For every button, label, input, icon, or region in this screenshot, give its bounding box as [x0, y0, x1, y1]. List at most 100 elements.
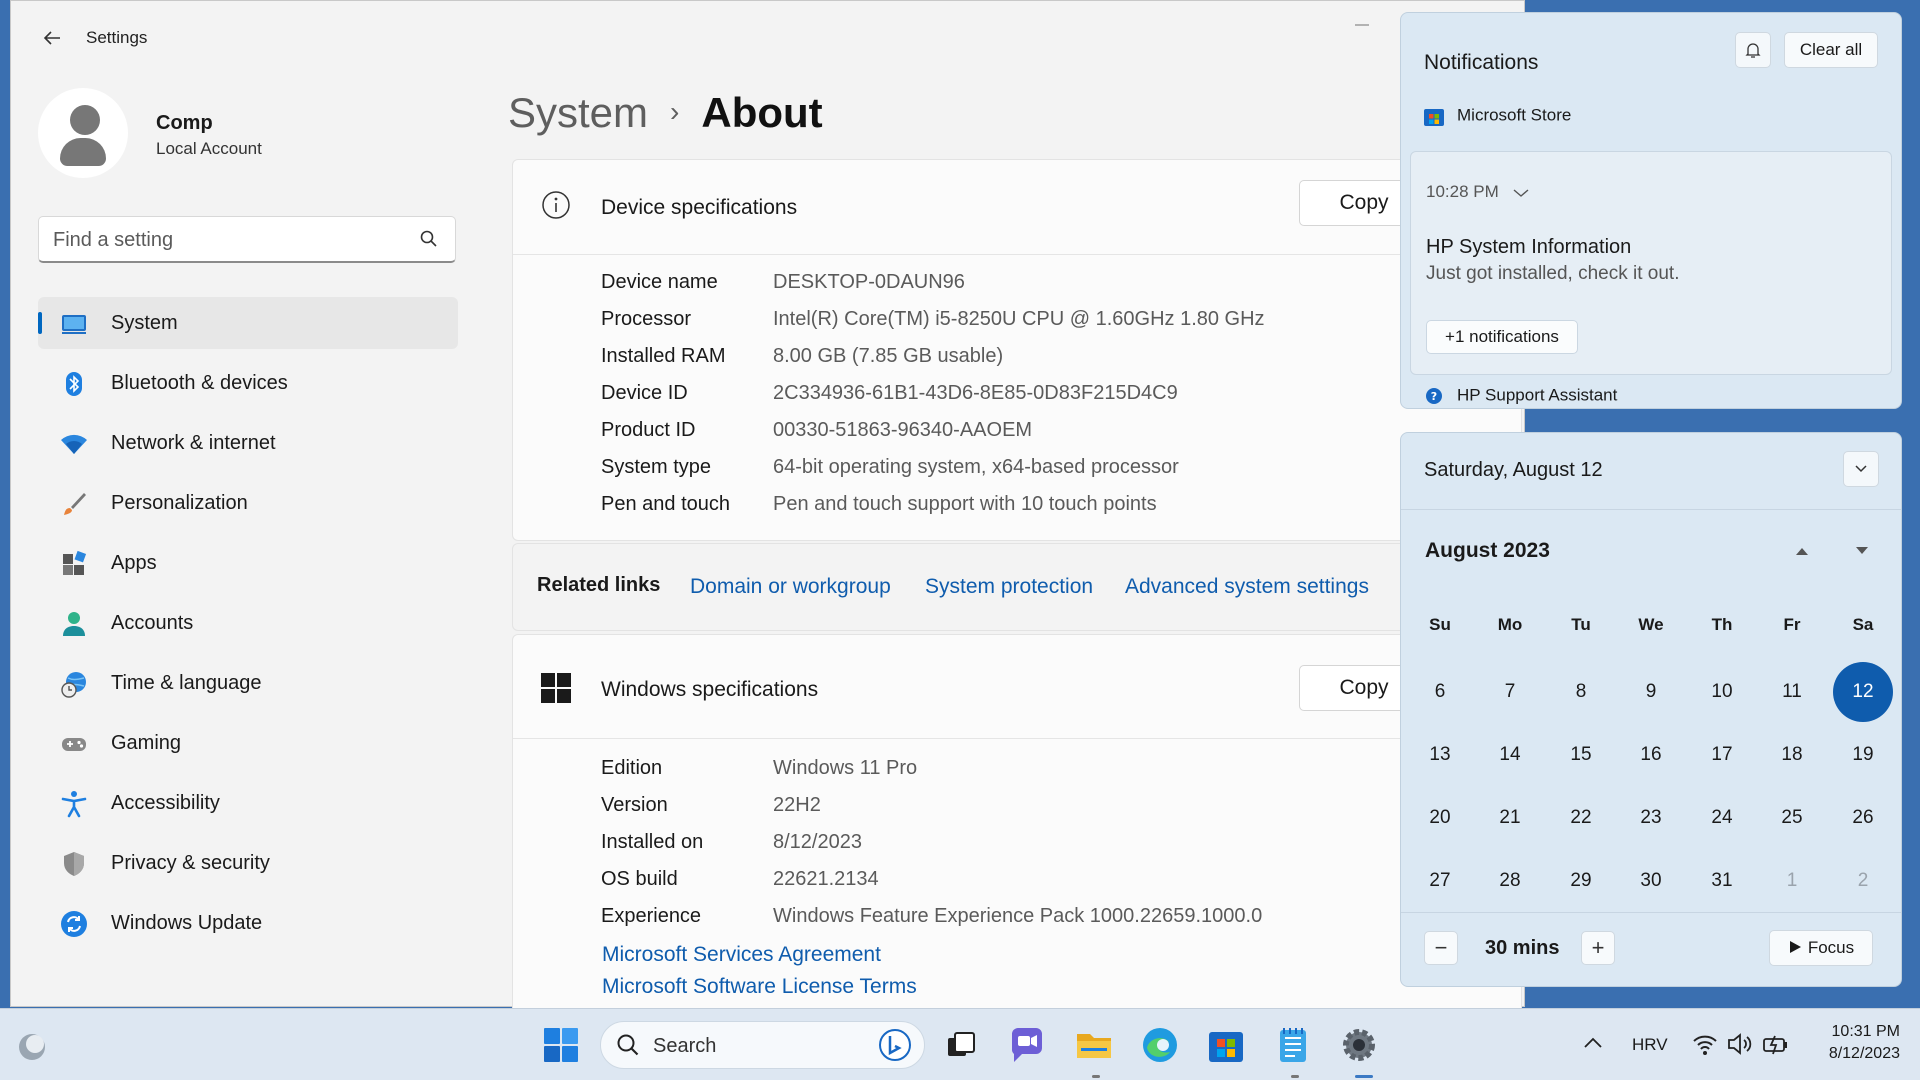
sidebar-item-label: System — [111, 312, 178, 334]
calendar-day[interactable]: 18 — [1762, 725, 1822, 785]
sidebar-item-bluetooth[interactable]: Bluetooth & devices — [38, 357, 458, 409]
advanced-system-settings-link[interactable]: Advanced system settings — [1125, 575, 1369, 599]
calendar-day[interactable]: 15 — [1551, 725, 1611, 785]
sidebar-item-accounts[interactable]: Accounts — [38, 597, 458, 649]
calendar-month-label[interactable]: August 2023 — [1425, 539, 1550, 563]
breadcrumb-parent[interactable]: System — [508, 89, 648, 136]
calendar-day-next-month[interactable]: 1 — [1762, 851, 1822, 911]
search-input[interactable] — [53, 226, 413, 254]
sidebar-item-system[interactable]: System — [38, 297, 458, 349]
sidebar-item-accessibility[interactable]: Accessibility — [38, 777, 458, 829]
calendar-day[interactable]: 14 — [1480, 725, 1540, 785]
sidebar-item-time-language[interactable]: Time & language — [38, 657, 458, 709]
device-specs-list: Device name DESKTOP-0DAUN96 Processor Inte… — [513, 255, 1521, 524]
device-specs-header[interactable]: Device specifications Copy — [513, 160, 1521, 255]
sidebar-item-network[interactable]: Network & internet — [38, 417, 458, 469]
bluetooth-icon — [66, 372, 82, 396]
start-icon[interactable] — [540, 1024, 582, 1066]
notification-app-header: ? HP Support Assistant — [1423, 385, 1617, 407]
calendar-day[interactable]: 17 — [1692, 725, 1752, 785]
spec-row: Experience Windows Feature Experience Pac… — [513, 899, 1521, 936]
device-specs-card: Device specifications Copy Device name DE… — [512, 159, 1522, 541]
calendar-day[interactable]: 26 — [1833, 788, 1893, 848]
wifi-status-icon[interactable] — [1692, 1031, 1718, 1057]
chat-icon[interactable] — [1006, 1024, 1048, 1066]
focus-start-button[interactable]: Focus — [1769, 930, 1873, 966]
calendar-day[interactable]: 27 — [1410, 851, 1470, 911]
notepad-icon[interactable] — [1272, 1024, 1314, 1066]
clear-all-button[interactable]: Clear all — [1784, 32, 1878, 68]
domain-workgroup-link[interactable]: Domain or workgroup — [690, 575, 891, 599]
do-not-disturb-button[interactable] — [1735, 32, 1771, 68]
sidebar-item-privacy[interactable]: Privacy & security — [38, 837, 458, 889]
calendar-day[interactable]: 7 — [1480, 662, 1540, 722]
accounts-icon — [63, 612, 85, 636]
calendar-day[interactable]: 30 — [1621, 851, 1681, 911]
taskbar-clock[interactable]: 10:31 PM 8/12/2023 — [1800, 1021, 1900, 1065]
license-terms-link[interactable]: Microsoft Software License Terms — [602, 975, 917, 999]
sidebar-item-gaming[interactable]: Gaming — [38, 717, 458, 769]
shield-icon — [64, 852, 84, 876]
sidebar-item-personalization[interactable]: Personalization — [38, 477, 458, 529]
microsoft-store-icon[interactable] — [1205, 1024, 1247, 1066]
more-notifications-button[interactable]: +1 notifications — [1426, 320, 1578, 354]
system-protection-link[interactable]: System protection — [925, 575, 1093, 599]
calendar-day[interactable]: 25 — [1762, 788, 1822, 848]
windows-logo-icon — [541, 673, 571, 703]
chevron-up-icon[interactable] — [1581, 1031, 1605, 1055]
spec-row: System type 64-bit operating system, x64-… — [513, 450, 1521, 487]
window-title: Settings — [86, 28, 148, 47]
collapse-calendar-button[interactable] — [1843, 451, 1879, 487]
calendar-day-today[interactable]: 12 — [1833, 662, 1893, 722]
triangle-down-icon — [1856, 547, 1868, 554]
widgets-icon[interactable] — [16, 1031, 48, 1063]
sidebar-item-label: Windows Update — [111, 912, 263, 934]
focus-decrease-button[interactable]: − — [1424, 931, 1458, 965]
weekday-label: Fr — [1783, 615, 1801, 634]
calendar-day[interactable]: 10 — [1692, 662, 1752, 722]
minimize-button[interactable] — [1344, 11, 1380, 41]
focus-increase-button[interactable]: + — [1581, 931, 1615, 965]
calendar-day[interactable]: 16 — [1621, 725, 1681, 785]
calendar-day[interactable]: 22 — [1551, 788, 1611, 848]
calendar-day[interactable]: 20 — [1410, 788, 1470, 848]
calendar-date-header: Saturday, August 12 — [1424, 459, 1603, 481]
task-view-icon[interactable] — [940, 1024, 982, 1066]
windows-specs-header[interactable]: Windows specifications Copy — [513, 635, 1521, 739]
calendar-day[interactable]: 24 — [1692, 788, 1752, 848]
back-arrow-icon — [43, 31, 60, 45]
title-bar: Settings — [11, 1, 1524, 73]
previous-month-button[interactable] — [1787, 539, 1817, 565]
file-explorer-icon[interactable] — [1073, 1024, 1115, 1066]
calendar-day[interactable]: 19 — [1833, 725, 1893, 785]
taskbar-search[interactable]: Search — [600, 1021, 925, 1069]
next-month-button[interactable] — [1847, 539, 1877, 565]
input-language[interactable]: HRV — [1632, 1035, 1668, 1055]
calendar-day[interactable]: 6 — [1410, 662, 1470, 722]
battery-charging-icon[interactable] — [1762, 1031, 1790, 1057]
system-icon — [62, 315, 86, 334]
notification-toast[interactable]: 10:28 PM HP System Information Just got … — [1410, 151, 1892, 375]
chevron-down-icon[interactable] — [1511, 186, 1531, 200]
calendar-day[interactable]: 9 — [1621, 662, 1681, 722]
spec-row: Installed RAM 8.00 GB (7.85 GB usable) — [513, 339, 1521, 376]
notifications-title: Notifications — [1424, 51, 1539, 74]
calendar-day[interactable]: 29 — [1551, 851, 1611, 911]
settings-gear-icon[interactable] — [1338, 1024, 1380, 1066]
calendar-day[interactable]: 8 — [1551, 662, 1611, 722]
calendar-day[interactable]: 11 — [1762, 662, 1822, 722]
calendar-day[interactable]: 31 — [1692, 851, 1752, 911]
weekday-label: We — [1638, 615, 1664, 634]
services-agreement-link[interactable]: Microsoft Services Agreement — [602, 943, 881, 967]
calendar-day-next-month[interactable]: 2 — [1833, 851, 1893, 911]
back-button[interactable] — [33, 21, 71, 55]
sidebar-item-windows-update[interactable]: Windows Update — [38, 897, 458, 949]
calendar-day[interactable]: 13 — [1410, 725, 1470, 785]
settings-search[interactable] — [38, 216, 456, 263]
calendar-day[interactable]: 23 — [1621, 788, 1681, 848]
calendar-day[interactable]: 28 — [1480, 851, 1540, 911]
volume-icon[interactable] — [1726, 1031, 1752, 1057]
sidebar-item-apps[interactable]: Apps — [38, 537, 458, 589]
edge-icon[interactable] — [1139, 1024, 1181, 1066]
calendar-day[interactable]: 21 — [1480, 788, 1540, 848]
